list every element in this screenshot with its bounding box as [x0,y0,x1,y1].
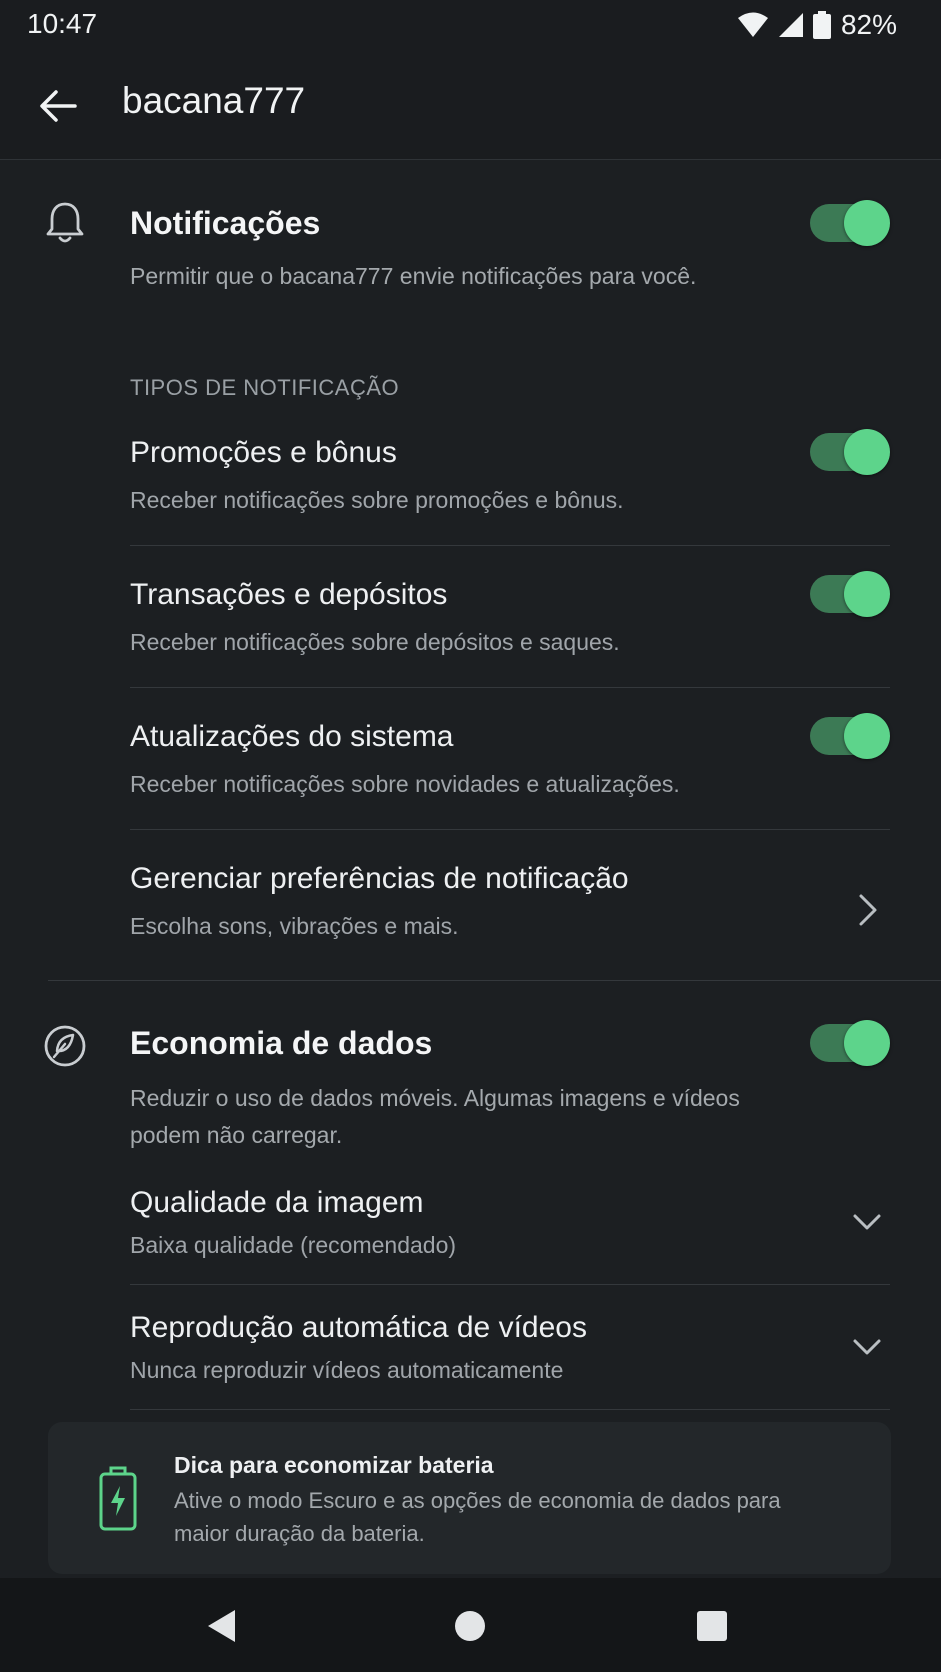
promotions-subtitle: Receber notificações sobre promoções e b… [130,487,624,513]
autoplay-title: Reprodução automática de vídeos [130,1311,587,1344]
status-icons: 82% [737,9,897,41]
transactions-subtitle: Receber notificações sobre depósitos e s… [130,629,620,655]
battery-percent: 82% [840,9,897,40]
page-title: bacana777 [122,80,306,121]
battery-charging-icon [99,1466,137,1531]
nav-home-icon[interactable] [448,1604,492,1648]
status-time: 10:47 [27,8,98,39]
signal-icon [778,13,803,37]
divider [130,545,890,546]
wifi-icon [737,12,768,37]
transactions-toggle[interactable] [810,571,890,617]
autoplay-select[interactable]: Reprodução automática de vídeos Nunca re… [120,1305,900,1405]
app-bar: bacana777 [0,52,941,160]
toggle-thumb [844,429,890,475]
transactions-title: Transações e depósitos [130,578,448,611]
divider [130,829,890,830]
system-updates-subtitle: Receber notificações sobre novidades e a… [130,771,680,797]
divider [130,1409,890,1410]
promotions-title: Promoções e bônus [130,436,397,469]
data-saver-description: Reduzir o uso de dados móveis. Algumas i… [130,1085,740,1148]
back-button[interactable] [28,76,88,136]
section-divider [48,980,941,981]
nav-back-icon[interactable] [200,1604,244,1648]
autoplay-value: Nunca reproduzir vídeos automaticamente [130,1357,564,1383]
status-bar: 10:47 82% [0,0,941,52]
data-saver-toggle[interactable] [810,1020,890,1066]
toggle-thumb [844,1020,890,1066]
navigation-bar [0,1578,941,1672]
chevron-down-icon [853,1214,881,1230]
system-updates-title: Atualizações do sistema [130,720,454,753]
chevron-down-icon [853,1339,881,1355]
manage-preferences-subtitle: Escolha sons, vibrações e mais. [130,913,459,939]
toggle-thumb [844,200,890,246]
notification-types-header: TIPOS DE NOTIFICAÇÃO [130,375,400,400]
system-updates-toggle[interactable] [810,713,890,759]
chevron-right-icon [859,894,877,926]
toggle-thumb [844,713,890,759]
nav-recents-icon[interactable] [690,1604,734,1648]
image-quality-select[interactable]: Qualidade da imagem Baixa qualidade (rec… [120,1180,900,1285]
arrow-left-icon [40,90,77,122]
manage-preferences-row[interactable]: Gerenciar preferências de notificação Es… [120,840,900,950]
toggle-thumb [844,571,890,617]
leaf-icon [44,1025,86,1067]
notifications-toggle[interactable] [810,200,890,246]
tip-text: Ative o modo Escuro e as opções de econo… [174,1488,781,1546]
manage-preferences-title: Gerenciar preferências de notificação [130,862,629,895]
data-saver-title: Economia de dados [130,1025,433,1061]
image-quality-title: Qualidade da imagem [130,1186,424,1219]
promotions-toggle[interactable] [810,429,890,475]
notifications-description: Permitir que o bacana777 envie notificaç… [130,263,697,289]
bell-icon [46,202,84,243]
divider [130,687,890,688]
image-quality-value: Baixa qualidade (recomendado) [130,1232,457,1258]
battery-tip-card: Dica para economizar bateria Ative o mod… [48,1422,891,1574]
notifications-title: Notificações [130,205,321,241]
battery-icon [812,11,831,39]
divider [130,1284,890,1285]
tip-title: Dica para economizar bateria [174,1452,494,1478]
